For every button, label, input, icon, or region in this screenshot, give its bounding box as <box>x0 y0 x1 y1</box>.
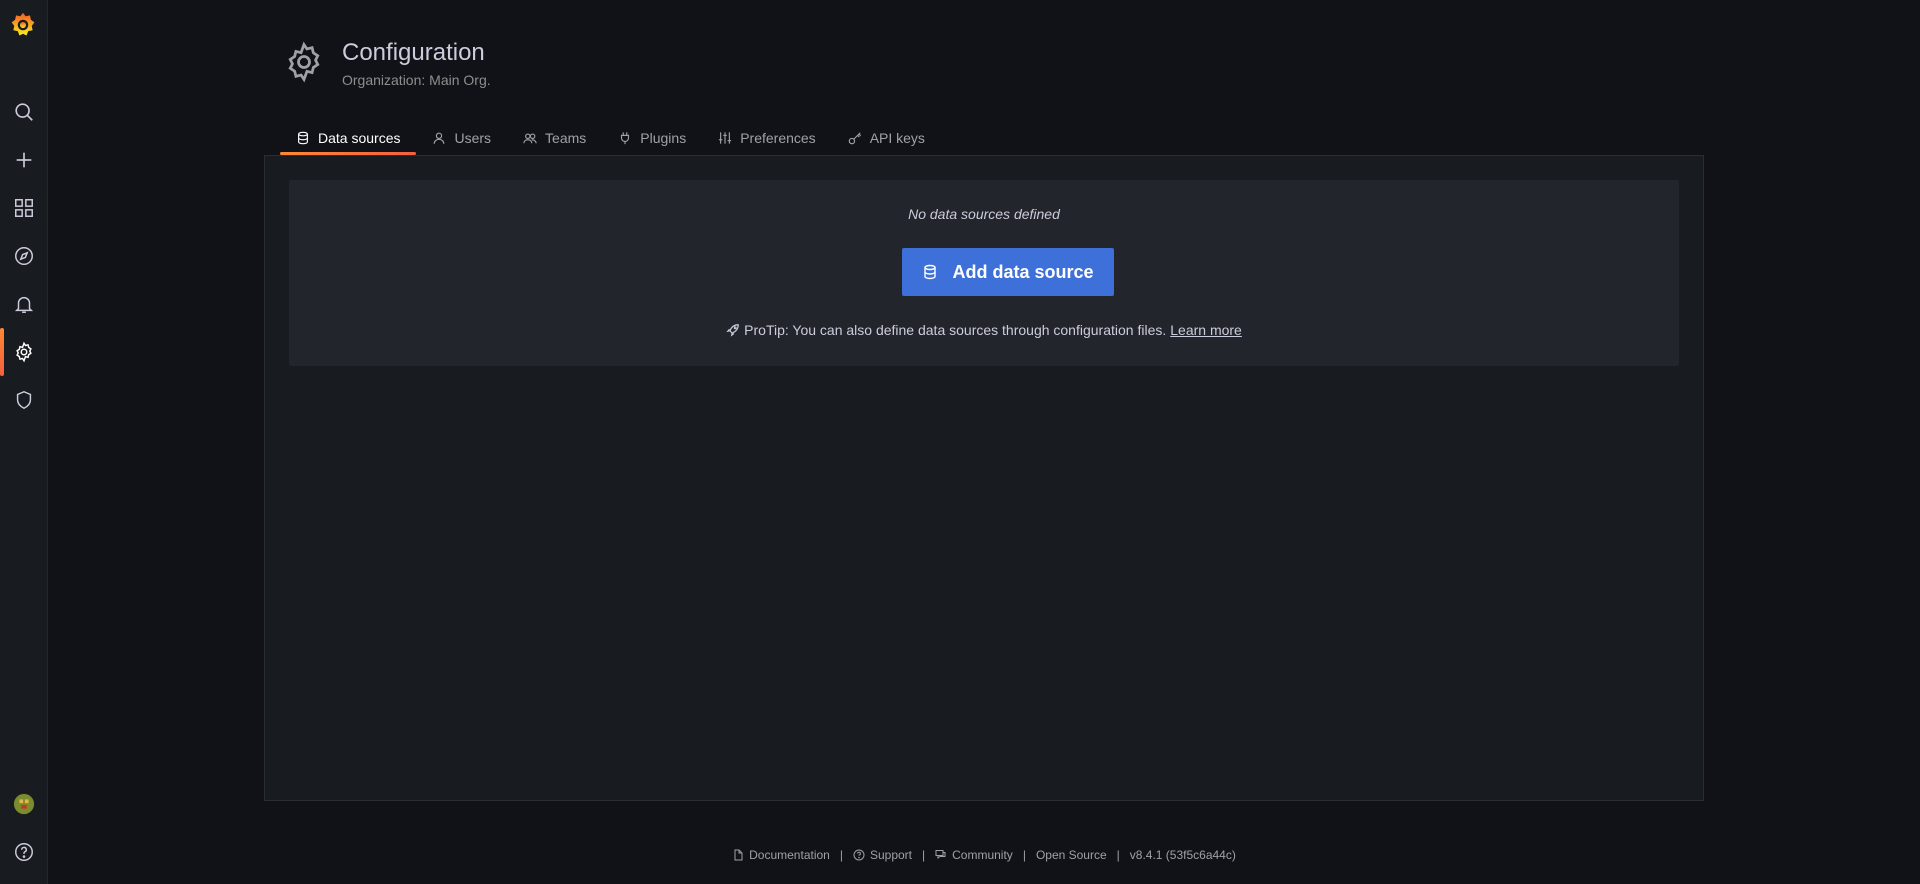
footer-community[interactable]: Community <box>935 848 1013 862</box>
open-source-link[interactable]: Open Source <box>1036 848 1107 862</box>
plug-icon <box>621 131 630 144</box>
support-link[interactable]: Support <box>870 848 912 862</box>
footer: Documentation | Support | Community | Op… <box>0 848 1920 862</box>
key-icon <box>848 131 861 144</box>
tab-users[interactable]: Users <box>416 120 507 155</box>
footer-support[interactable]: Support <box>853 848 912 862</box>
footer-separator: | <box>922 848 926 862</box>
users-icon <box>523 132 537 143</box>
gear-icon[interactable] <box>0 328 47 376</box>
empty-state-title: No data sources defined <box>908 206 1060 222</box>
tab-label: Users <box>454 129 492 146</box>
footer-separator: | <box>839 848 843 862</box>
tab-bar: Data sources Users Teams Plugins Prefere… <box>280 120 941 155</box>
footer-separator: | <box>1022 848 1026 862</box>
sidebar <box>0 0 48 884</box>
tab-label: Plugins <box>640 129 687 146</box>
rocket-icon <box>726 324 739 337</box>
footer-separator: | <box>1116 848 1120 862</box>
compass-icon[interactable] <box>0 236 47 276</box>
shield-icon[interactable] <box>0 380 47 420</box>
tab-api-keys[interactable]: API keys <box>832 120 941 155</box>
documentation-link[interactable]: Documentation <box>749 848 830 862</box>
add-data-source-button[interactable]: Add data source <box>902 248 1114 296</box>
database-icon <box>298 131 308 144</box>
database-icon <box>924 264 937 280</box>
learn-more-link[interactable]: Learn more <box>1170 322 1242 338</box>
tab-plugins[interactable]: Plugins <box>602 120 702 155</box>
page-header: Configuration Organization: Main Org. <box>282 38 491 88</box>
avatar[interactable] <box>0 784 47 824</box>
question-circle-icon <box>853 849 865 861</box>
page-title: Configuration <box>342 39 485 66</box>
bell-icon[interactable] <box>0 284 47 324</box>
tab-teams[interactable]: Teams <box>507 120 602 155</box>
protip-text: ProTip: You can also define data sources… <box>744 322 1167 338</box>
apps-icon[interactable] <box>0 188 47 228</box>
add-data-source-label: Add data source <box>952 261 1094 282</box>
grafana-logo[interactable] <box>9 11 37 39</box>
plus-icon[interactable] <box>0 140 47 180</box>
footer-documentation[interactable]: Documentation <box>732 848 830 862</box>
comments-icon <box>935 850 946 859</box>
footer-version[interactable]: v8.4.1 (53f5c6a44c) <box>1130 848 1236 862</box>
tab-label: Data sources <box>318 129 401 146</box>
tab-label: Preferences <box>740 129 816 146</box>
document-icon <box>734 849 743 861</box>
empty-list-cta: No data sources defined Add data source … <box>289 180 1679 366</box>
version-link[interactable]: v8.4.1 (53f5c6a44c) <box>1130 848 1236 862</box>
sliders-icon <box>719 131 732 144</box>
footer-open-source[interactable]: Open Source <box>1036 848 1107 862</box>
gear-icon <box>282 40 326 84</box>
search-icon[interactable] <box>0 92 47 132</box>
user-icon <box>434 132 445 144</box>
tab-label: API keys <box>869 129 925 146</box>
tab-data-sources[interactable]: Data sources <box>280 120 417 155</box>
page-subtitle: Organization: Main Org. <box>342 72 491 88</box>
content-panel: No data sources defined Add data source … <box>264 155 1704 801</box>
protip: ProTip: You can also define data sources… <box>289 322 1679 338</box>
community-link[interactable]: Community <box>952 848 1013 862</box>
tab-label: Teams <box>545 129 587 146</box>
tab-preferences[interactable]: Preferences <box>702 120 831 155</box>
